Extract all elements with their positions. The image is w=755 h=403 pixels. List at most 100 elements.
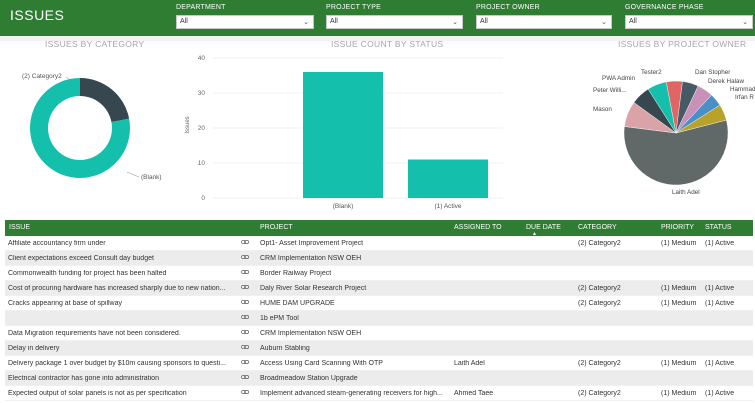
project-cell: Auburn Stabling bbox=[260, 345, 310, 352]
issue-cell: Client expectations exceed Consult day b… bbox=[8, 255, 154, 262]
filter-label: PROJECT OWNER bbox=[476, 4, 540, 11]
table-row[interactable]: Delay in delivery Auburn Stabling bbox=[5, 341, 753, 356]
bar[interactable] bbox=[303, 72, 383, 198]
issues-table: ISSUE PROJECT ASSIGNED TO DUE DATE ▲ CAT… bbox=[5, 220, 753, 401]
project-cell: CRM Implementation NSW OEH bbox=[260, 330, 362, 337]
status-cell: (1) Active bbox=[705, 300, 735, 307]
donut-slice[interactable] bbox=[80, 78, 130, 123]
project-cell: HUME DAM UPGRADE bbox=[260, 300, 335, 307]
issue-cell: Affiliate accountancy firm under bbox=[8, 240, 106, 247]
table-body: Affiliate accountancy firm under Opt1- As… bbox=[5, 236, 753, 401]
issue-cell: Expected output of solar panels is not a… bbox=[8, 390, 187, 397]
issue-cell: Delivery package 1 over budget by $10m c… bbox=[8, 360, 226, 367]
issue-cell: Commonwealth funding for project has bee… bbox=[8, 270, 167, 277]
status-cell: (1) Active bbox=[705, 285, 735, 292]
table-row[interactable]: Data Migration requirements have not bee… bbox=[5, 326, 753, 341]
link-icon[interactable] bbox=[241, 374, 249, 380]
issue-cell: Cracks appearing at base of spillway bbox=[8, 300, 123, 307]
table-row[interactable]: Electrical contractor has gone into admi… bbox=[5, 371, 753, 386]
header-priority[interactable]: PRIORITY bbox=[661, 224, 694, 231]
table-row[interactable]: Cost of procuring hardware has increased… bbox=[5, 281, 753, 296]
priority-cell: (1) Medium bbox=[661, 285, 697, 292]
table-row[interactable]: Affiliate accountancy firm under Opt1- As… bbox=[5, 236, 753, 251]
issue-cell: Cost of procuring hardware has increased… bbox=[8, 285, 226, 292]
priority-cell: (1) Medium bbox=[661, 390, 697, 397]
status-cell: (1) Active bbox=[705, 360, 735, 367]
link-icon[interactable] bbox=[241, 254, 249, 260]
table-row[interactable]: 1b ePM Tool bbox=[5, 311, 753, 326]
x-tick-label: (1) Active bbox=[434, 203, 461, 210]
priority-cell: (1) Medium bbox=[661, 360, 697, 367]
issue-count-by-status-chart[interactable]: 0 10 20 30 40 Issues (Blank) (1) Active bbox=[175, 50, 515, 215]
project-cell: Daly River Solar Research Project bbox=[260, 285, 367, 292]
app-title: ISSUES bbox=[10, 7, 65, 23]
issues-by-project-owner-chart[interactable]: Laith Adel Mason Peter Willi... PWA Admin Te… bbox=[580, 50, 755, 210]
y-tick-label: 0 bbox=[201, 195, 205, 202]
y-tick-label: 40 bbox=[198, 55, 206, 62]
filter-label: PROJECT TYPE bbox=[326, 4, 382, 11]
header-project[interactable]: PROJECT bbox=[260, 224, 293, 231]
department-select[interactable]: All ⌄ bbox=[176, 15, 314, 29]
chart-title-status: ISSUE COUNT BY STATUS bbox=[331, 39, 444, 49]
issues-by-category-chart[interactable]: (2) Category2 (Blank) bbox=[0, 50, 180, 210]
link-icon[interactable] bbox=[241, 329, 249, 335]
table-row[interactable]: Delivery package 1 over budget by $10m c… bbox=[5, 356, 753, 371]
project-type-select[interactable]: All ⌄ bbox=[326, 15, 463, 29]
link-icon[interactable] bbox=[241, 359, 249, 365]
filter-project-owner: PROJECT OWNER All ⌄ bbox=[476, 4, 612, 29]
link-icon[interactable] bbox=[241, 344, 249, 350]
header-due-date[interactable]: DUE DATE bbox=[526, 224, 561, 231]
issue-cell: Delay in delivery bbox=[8, 345, 60, 352]
status-cell: (1) Active bbox=[705, 240, 735, 247]
header-category[interactable]: CATEGORY bbox=[578, 224, 617, 231]
category-cell: (2) Category2 bbox=[578, 285, 621, 292]
chart-title-owner: ISSUES BY PROJECT OWNER bbox=[618, 39, 747, 49]
filter-project-type: PROJECT TYPE All ⌄ bbox=[326, 4, 463, 29]
link-icon[interactable] bbox=[241, 314, 249, 320]
slice-label: Hammad bbox=[730, 86, 755, 93]
slice-label: Irfan R bbox=[735, 94, 754, 101]
filter-label: DEPARTMENT bbox=[176, 4, 226, 11]
link-icon[interactable] bbox=[241, 389, 249, 395]
project-cell: Implement advanced steam-generating rece… bbox=[260, 390, 443, 397]
governance-phase-select[interactable]: All ⌄ bbox=[625, 15, 753, 29]
table-row[interactable]: Client expectations exceed Consult day b… bbox=[5, 251, 753, 266]
header-assigned-to[interactable]: ASSIGNED TO bbox=[454, 224, 502, 231]
slice-label: Tester2 bbox=[641, 69, 662, 76]
priority-cell: (1) Medium bbox=[661, 300, 697, 307]
priority-cell: (1) Medium bbox=[661, 240, 697, 247]
filter-governance-phase: GOVERNANCE PHASE All ⌄ bbox=[625, 4, 753, 29]
link-icon[interactable] bbox=[241, 239, 249, 245]
chevron-down-icon: ⌄ bbox=[452, 19, 458, 26]
category-cell: (2) Category2 bbox=[578, 390, 621, 397]
table-row[interactable]: Expected output of solar panels is not a… bbox=[5, 386, 753, 401]
filter-label: GOVERNANCE PHASE bbox=[625, 4, 704, 11]
table-header: ISSUE PROJECT ASSIGNED TO DUE DATE ▲ CAT… bbox=[5, 220, 753, 237]
header-status[interactable]: STATUS bbox=[705, 224, 732, 231]
link-icon[interactable] bbox=[241, 284, 249, 290]
slice-label: Dan Stopher bbox=[695, 69, 730, 76]
project-cell: Opt1- Asset Improvement Project bbox=[260, 240, 364, 247]
status-cell: (1) Active bbox=[705, 390, 735, 397]
project-cell: Border Railway Project bbox=[260, 270, 332, 277]
assigned-to-cell: Laith Adel bbox=[454, 360, 485, 367]
slice-label: (Blank) bbox=[141, 174, 162, 181]
link-icon[interactable] bbox=[241, 269, 249, 275]
issue-cell: Data Migration requirements have not bee… bbox=[8, 330, 181, 337]
category-cell: (2) Category2 bbox=[578, 300, 621, 307]
slice-label: PWA Admin bbox=[602, 75, 636, 82]
slice-label: Mason bbox=[593, 106, 612, 113]
category-cell: (2) Category2 bbox=[578, 240, 621, 247]
x-tick-label: (Blank) bbox=[333, 203, 354, 210]
link-icon[interactable] bbox=[241, 299, 249, 305]
y-tick-label: 20 bbox=[198, 125, 206, 132]
header-issue[interactable]: ISSUE bbox=[9, 224, 30, 231]
table-row[interactable]: Cracks appearing at base of spillway HUME… bbox=[5, 296, 753, 311]
slice-label: (2) Category2 bbox=[22, 73, 62, 80]
bar[interactable] bbox=[408, 159, 488, 199]
project-owner-select[interactable]: All ⌄ bbox=[476, 15, 612, 29]
table-row[interactable]: Commonwealth funding for project has bee… bbox=[5, 266, 753, 281]
filter-department: DEPARTMENT All ⌄ bbox=[176, 4, 314, 29]
project-cell: Broadmeadow Station Upgrade bbox=[260, 375, 358, 382]
y-tick-label: 30 bbox=[198, 90, 206, 97]
